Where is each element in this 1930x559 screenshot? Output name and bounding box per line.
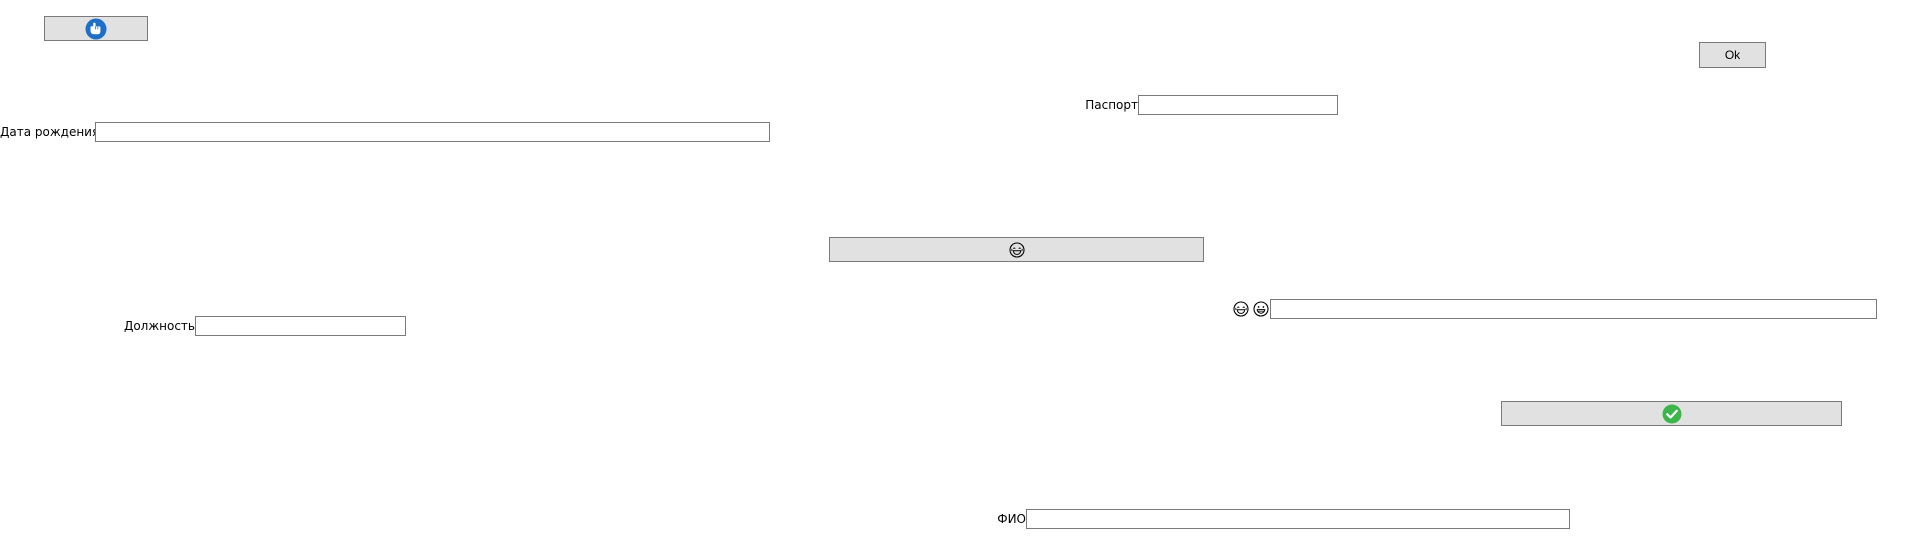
ok-button[interactable]: Ok [1699, 42, 1766, 68]
ok-button-label: Ok [1724, 48, 1741, 62]
laughing-face-icon [1008, 241, 1025, 258]
birth-date-label: Дата рождения [0, 125, 100, 139]
check-circle-icon [1662, 404, 1682, 424]
hand-icon-button[interactable] [44, 16, 148, 41]
position-label: Должность [123, 319, 195, 333]
laughing-face-button[interactable] [829, 237, 1204, 262]
grinning-face-icon [1253, 301, 1269, 317]
passport-field[interactable] [1138, 95, 1338, 115]
full-name-field[interactable] [1026, 509, 1570, 529]
laughing-face-icon [1233, 301, 1249, 317]
full-name-label: ФИО [997, 512, 1026, 526]
confirm-button[interactable] [1501, 401, 1842, 426]
emoji-field[interactable] [1270, 299, 1877, 319]
pointing-hand-icon [85, 18, 107, 40]
birth-date-field[interactable] [95, 122, 770, 142]
position-field[interactable] [195, 316, 406, 336]
passport-label: Паспорт [1085, 98, 1138, 112]
